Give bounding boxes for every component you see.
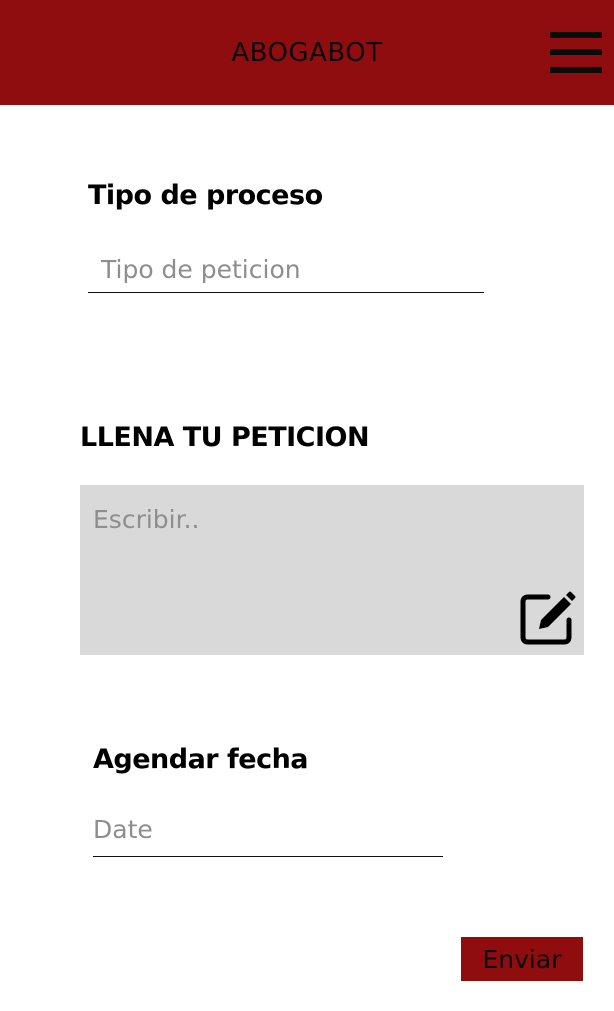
tipo-proceso-label: Tipo de proceso bbox=[88, 180, 323, 211]
date-input[interactable] bbox=[93, 802, 443, 857]
menu-button[interactable] bbox=[548, 31, 604, 75]
tipo-peticion-input[interactable] bbox=[88, 246, 484, 293]
peticion-textarea[interactable] bbox=[80, 485, 584, 655]
app-bar: ABOGABOT bbox=[0, 0, 614, 105]
menu-bar-middle bbox=[550, 49, 602, 55]
app-title: ABOGABOT bbox=[231, 38, 383, 68]
edit-icon[interactable] bbox=[520, 591, 576, 645]
page: ABOGABOT Tipo de proceso LLENA TU PETICI… bbox=[0, 0, 614, 1011]
agendar-fecha-label: Agendar fecha bbox=[93, 744, 309, 775]
peticion-label: LLENA TU PETICION bbox=[80, 422, 370, 453]
enviar-button[interactable]: Enviar bbox=[461, 937, 583, 981]
peticion-textarea-container bbox=[80, 485, 584, 655]
menu-bar-bottom bbox=[550, 67, 602, 73]
menu-bar-top bbox=[550, 32, 602, 38]
